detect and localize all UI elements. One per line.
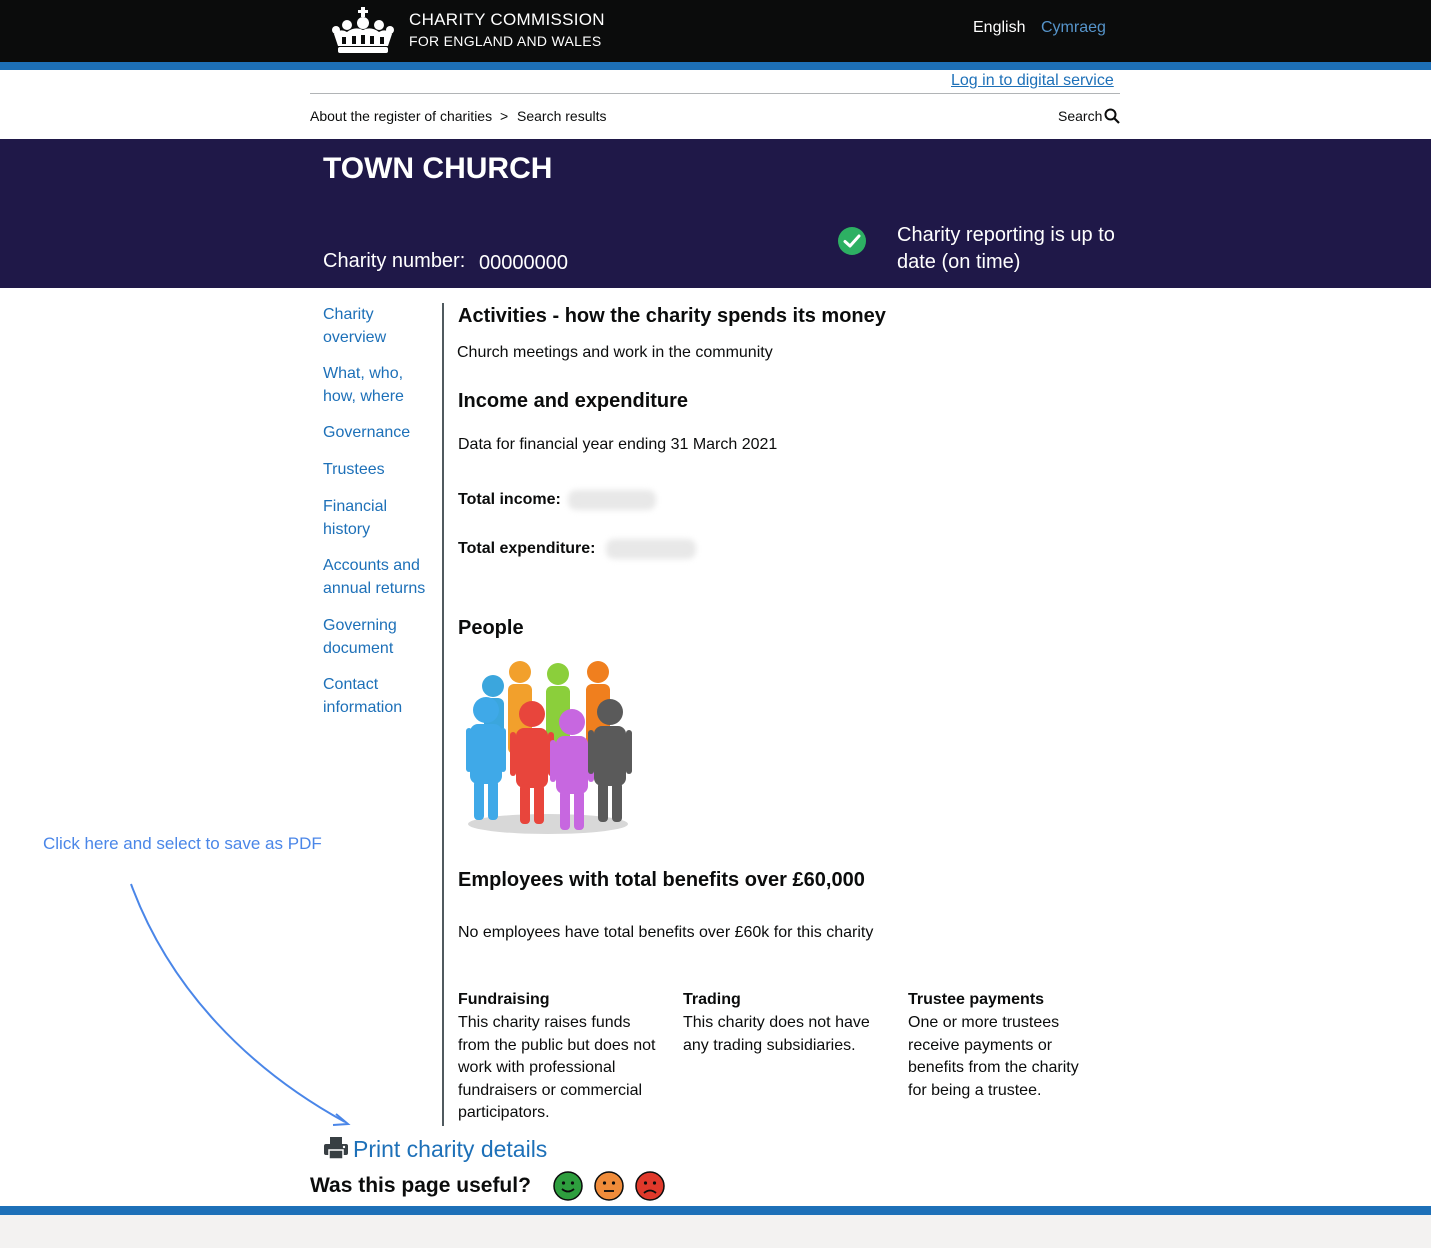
activities-heading: Activities - how the charity spends its … bbox=[458, 305, 886, 327]
total-income-label: Total income: bbox=[458, 491, 561, 508]
happy-face-icon[interactable] bbox=[553, 1171, 583, 1201]
brand-name-line1: CHARITY COMMISSION bbox=[409, 10, 605, 29]
nav-charity-overview[interactable]: Charity overview bbox=[323, 304, 438, 349]
login-digital-service-link[interactable]: Log in to digital service bbox=[951, 72, 1114, 90]
financial-year-text: Data for financial year ending 31 March … bbox=[458, 436, 778, 453]
employees-heading: Employees with total benefits over £60,0… bbox=[458, 869, 865, 891]
search-icon[interactable] bbox=[1104, 108, 1120, 124]
content-divider bbox=[442, 303, 444, 1126]
trustee-payments-text: One or more trustees receive payments or… bbox=[908, 1014, 1079, 1099]
nav-contact-information[interactable]: Contact information bbox=[323, 674, 438, 719]
nav-financial-history[interactable]: Financial history bbox=[323, 496, 438, 541]
total-expenditure-label: Total expenditure: bbox=[458, 540, 596, 557]
nav-governance[interactable]: Governance bbox=[323, 422, 438, 445]
printer-icon[interactable] bbox=[323, 1136, 349, 1160]
breadcrumb-register-link[interactable]: About the register of charities bbox=[310, 108, 492, 124]
check-circle-icon bbox=[838, 227, 866, 255]
charity-number-value: 00000000 bbox=[479, 252, 568, 274]
print-charity-details-link[interactable]: Print charity details bbox=[353, 1136, 547, 1163]
trustee-payments-heading: Trustee payments bbox=[908, 991, 1045, 1008]
reporting-status-text: Charity reporting is up to date (on time… bbox=[897, 224, 1115, 273]
trading-heading: Trading bbox=[683, 991, 741, 1008]
neutral-face-icon[interactable] bbox=[594, 1171, 624, 1201]
page-useful-question: Was this page useful? bbox=[310, 1174, 531, 1197]
language-english[interactable]: English bbox=[973, 19, 1025, 37]
sad-face-icon[interactable] bbox=[635, 1171, 665, 1201]
nav-governing-document[interactable]: Governing document bbox=[323, 615, 438, 660]
royal-crown-icon bbox=[332, 7, 394, 53]
breadcrumb-search-results-link[interactable]: Search results bbox=[517, 108, 606, 124]
breadcrumb-separator: > bbox=[500, 108, 509, 124]
site-header bbox=[0, 0, 1431, 62]
site-footer bbox=[0, 1215, 1431, 1248]
language-welsh-link[interactable]: Cymraeg bbox=[1041, 19, 1106, 37]
nav-trustees[interactable]: Trustees bbox=[323, 459, 438, 482]
total-income-redacted bbox=[568, 490, 656, 510]
people-group-icon bbox=[466, 661, 632, 834]
save-as-pdf-note: Click here and select to save as PDF bbox=[43, 834, 322, 853]
activities-text: Church meetings and work in the communit… bbox=[457, 344, 773, 361]
employees-text: No employees have total benefits over £6… bbox=[458, 924, 874, 941]
total-expenditure-redacted bbox=[606, 539, 696, 559]
search-button[interactable]: Search bbox=[1058, 108, 1102, 124]
brand-name-line2: FOR ENGLAND AND WALES bbox=[409, 33, 602, 49]
fundraising-text: This charity raises funds from the publi… bbox=[458, 1014, 656, 1121]
nav-what-who-how-where[interactable]: What, who, how, where bbox=[323, 363, 438, 408]
people-heading: People bbox=[458, 617, 524, 639]
footer-accent-stripe bbox=[0, 1206, 1431, 1215]
fundraising-heading: Fundraising bbox=[458, 991, 550, 1008]
trading-text: This charity does not have any trading s… bbox=[683, 1014, 870, 1054]
income-expenditure-heading: Income and expenditure bbox=[458, 390, 689, 412]
charity-title: TOWN CHURCH bbox=[323, 152, 553, 185]
charity-number-label: Charity number: bbox=[323, 250, 466, 272]
charity-banner bbox=[0, 139, 1431, 288]
header-accent-stripe bbox=[0, 62, 1431, 70]
header-divider bbox=[310, 93, 1120, 94]
nav-accounts-annual-returns[interactable]: Accounts and annual returns bbox=[323, 555, 438, 600]
